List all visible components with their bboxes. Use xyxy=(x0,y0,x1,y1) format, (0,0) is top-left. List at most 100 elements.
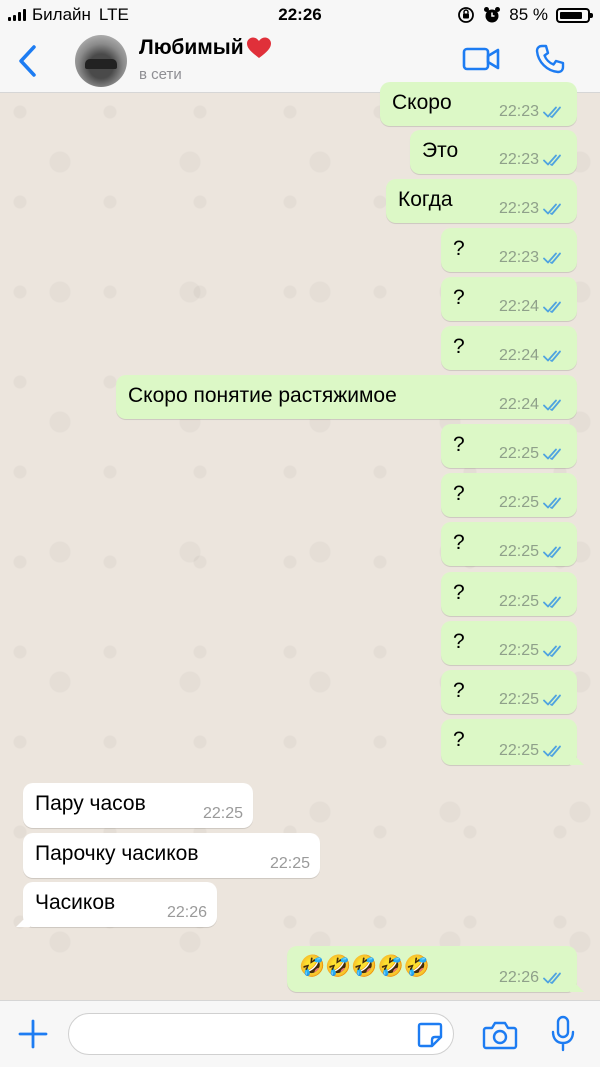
message-meta: 22:25 xyxy=(499,691,567,709)
message-meta: 22:25 xyxy=(270,855,310,873)
message-meta: 22:25 xyxy=(203,805,243,823)
outgoing-message[interactable]: Скоро 22:23 xyxy=(380,82,577,126)
message-meta: 22:24 xyxy=(499,347,567,365)
message-meta: 22:23 xyxy=(499,249,567,267)
message-text: ? xyxy=(453,630,465,653)
outgoing-message[interactable]: Когда 22:23 xyxy=(386,179,577,223)
message-text: Пару часов xyxy=(35,792,146,815)
message-input[interactable] xyxy=(68,1013,454,1055)
message-meta: 22:24 xyxy=(499,396,567,414)
read-ticks-icon xyxy=(543,694,561,706)
outgoing-message[interactable]: 🤣🤣🤣🤣🤣 22:26 xyxy=(287,946,577,992)
read-ticks-icon xyxy=(543,972,561,984)
message-time: 22:23 xyxy=(498,151,539,168)
message-text: ? xyxy=(453,433,465,456)
message-text: Скоро понятие растяжимое xyxy=(128,384,397,407)
read-ticks-icon xyxy=(543,546,561,558)
outgoing-message[interactable]: ? 22:25 xyxy=(441,719,577,765)
outgoing-message[interactable]: ? 22:23 xyxy=(441,228,577,272)
message-text: Когда xyxy=(398,188,453,211)
message-time: 22:25 xyxy=(498,642,539,659)
avatar[interactable] xyxy=(75,35,127,87)
message-time: 22:23 xyxy=(498,200,539,217)
outgoing-message[interactable]: ? 22:25 xyxy=(441,572,577,616)
message-time: 22:24 xyxy=(498,396,539,413)
plus-icon[interactable] xyxy=(18,1019,48,1049)
outgoing-message[interactable]: ? 22:24 xyxy=(441,277,577,321)
input-bar xyxy=(0,1000,600,1067)
phone-icon[interactable] xyxy=(534,43,566,75)
read-ticks-icon xyxy=(543,203,561,215)
message-text: ? xyxy=(453,728,465,751)
message-meta: 22:23 xyxy=(499,103,567,121)
message-text: Скоро xyxy=(392,91,452,114)
battery-level-fill xyxy=(560,11,582,19)
orientation-lock-icon xyxy=(458,7,475,23)
message-meta: 22:25 xyxy=(499,543,567,561)
presence-status: в сети xyxy=(139,66,182,83)
incoming-message[interactable]: Часиков 22:26 xyxy=(23,882,217,927)
chevron-left-icon[interactable] xyxy=(14,44,42,78)
message-text: Это xyxy=(422,139,459,162)
battery-icon xyxy=(556,7,593,23)
message-time: 22:23 xyxy=(498,249,539,266)
camera-icon[interactable] xyxy=(482,1019,518,1051)
message-text: ? xyxy=(453,237,465,260)
message-time: 22:26 xyxy=(166,904,207,921)
outgoing-message[interactable]: ? 22:25 xyxy=(441,473,577,517)
message-time: 22:25 xyxy=(498,494,539,511)
message-meta: 22:24 xyxy=(499,298,567,316)
message-text: ? xyxy=(453,482,465,505)
outgoing-message[interactable]: ? 22:25 xyxy=(441,424,577,468)
message-meta: 22:25 xyxy=(499,642,567,660)
message-time: 22:24 xyxy=(498,347,539,364)
microphone-icon[interactable] xyxy=(550,1015,576,1053)
message-meta: 22:26 xyxy=(499,969,567,987)
message-time: 22:25 xyxy=(498,543,539,560)
outgoing-message[interactable]: ? 22:25 xyxy=(441,522,577,566)
message-time: 22:23 xyxy=(498,103,539,120)
message-meta: 22:23 xyxy=(499,151,567,169)
outgoing-message[interactable]: ? 22:24 xyxy=(441,326,577,370)
read-ticks-icon xyxy=(543,154,561,166)
status-icons: 85 % xyxy=(457,5,593,25)
outgoing-message[interactable]: ? 22:25 xyxy=(441,621,577,665)
read-ticks-icon xyxy=(543,596,561,608)
read-ticks-icon xyxy=(543,645,561,657)
message-text: ? xyxy=(453,679,465,702)
message-text: Парочку часиков xyxy=(35,842,199,865)
message-meta: 22:25 xyxy=(499,494,567,512)
message-meta: 22:25 xyxy=(499,742,567,760)
outgoing-message[interactable]: Это 22:23 xyxy=(410,130,577,174)
message-meta: 22:25 xyxy=(499,445,567,463)
message-meta: 22:26 xyxy=(167,904,207,922)
message-time: 22:25 xyxy=(202,805,243,822)
message-text: ? xyxy=(453,581,465,604)
outgoing-message[interactable]: Скоро понятие растяжимое 22:24 xyxy=(116,375,577,419)
sticker-icon[interactable] xyxy=(416,1021,444,1049)
car-image xyxy=(85,59,117,69)
message-time: 22:25 xyxy=(269,855,310,872)
message-text: 🤣🤣🤣🤣🤣 xyxy=(299,955,430,978)
heart-icon xyxy=(246,37,271,58)
outgoing-message[interactable]: ? 22:25 xyxy=(441,670,577,714)
message-text: ? xyxy=(453,335,465,358)
incoming-message[interactable]: Парочку часиков 22:25 xyxy=(23,833,320,878)
read-ticks-icon xyxy=(543,252,561,264)
message-time: 22:25 xyxy=(498,445,539,462)
video-call-icon[interactable] xyxy=(462,46,500,72)
read-ticks-icon xyxy=(543,106,561,118)
alarm-icon xyxy=(484,7,501,23)
contact-name-text: Любимый xyxy=(139,36,244,59)
battery-percent: 85 % xyxy=(509,5,548,24)
contact-name[interactable]: Любимый xyxy=(139,36,272,60)
incoming-message[interactable]: Пару часов 22:25 xyxy=(23,783,253,828)
read-ticks-icon xyxy=(543,301,561,313)
read-ticks-icon xyxy=(543,399,561,411)
message-meta: 22:23 xyxy=(499,200,567,218)
read-ticks-icon xyxy=(543,448,561,460)
message-meta: 22:25 xyxy=(499,593,567,611)
message-time: 22:25 xyxy=(498,742,539,759)
message-time: 22:25 xyxy=(498,593,539,610)
status-bar: Билайн LTE 22:26 85 % xyxy=(0,0,600,30)
